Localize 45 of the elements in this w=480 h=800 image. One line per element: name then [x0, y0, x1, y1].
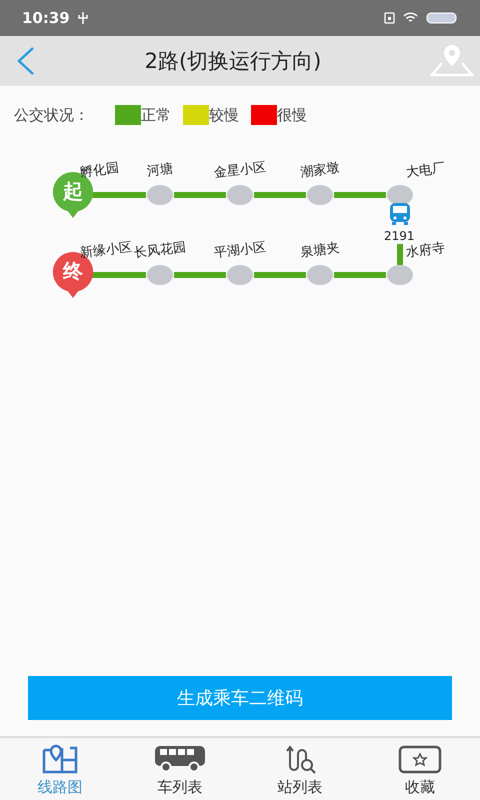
favorite-folder-icon	[398, 744, 442, 774]
back-icon[interactable]	[16, 46, 36, 76]
station-name[interactable]: 长风花园	[133, 238, 187, 262]
station-name[interactable]: 大电厂	[405, 158, 446, 182]
legend-text: 很慢	[277, 106, 307, 124]
station-name[interactable]: 新缘小区	[79, 238, 133, 262]
tab[interactable]: 收藏	[360, 738, 480, 800]
usb-icon	[78, 12, 88, 24]
status-time: 10:39	[22, 9, 70, 27]
route-segment	[92, 272, 146, 278]
wifi-icon	[403, 12, 418, 24]
tab[interactable]: 车列表	[120, 738, 240, 800]
legend-label: 公交状况：	[14, 106, 89, 124]
map-icon	[40, 744, 80, 774]
station-name[interactable]: 金星小区	[213, 158, 267, 182]
station-name[interactable]: 泉塘夹	[300, 238, 340, 262]
station-dot[interactable]	[387, 185, 413, 205]
tab[interactable]: 站列表	[240, 738, 360, 800]
route-segment	[92, 192, 146, 198]
route-segment	[254, 192, 306, 198]
route-segment	[174, 192, 226, 198]
route-segment	[254, 272, 306, 278]
map-pin-icon[interactable]	[430, 43, 474, 79]
station-dot[interactable]	[387, 265, 413, 285]
station-name[interactable]: 平湖小区	[213, 238, 267, 262]
route-segment	[397, 244, 403, 265]
route-segment	[334, 192, 386, 198]
station-name[interactable]: 孵化园	[79, 158, 120, 182]
station-dot[interactable]	[227, 265, 253, 285]
station-dot[interactable]	[147, 265, 173, 285]
battery-icon	[426, 12, 458, 24]
bus-number: 2191	[384, 229, 415, 243]
station-dot[interactable]	[147, 185, 173, 205]
legend-text: 正常	[141, 106, 171, 124]
sim-icon	[384, 12, 395, 24]
legend-text: 较慢	[209, 106, 239, 124]
station-dot[interactable]	[307, 185, 333, 205]
page-title: 2路(切换运行方向)	[144, 48, 322, 75]
station-dot[interactable]	[227, 185, 253, 205]
route-segment	[334, 272, 386, 278]
bus-icon[interactable]	[387, 201, 413, 227]
station-name[interactable]: 河塘	[146, 159, 174, 181]
route-segment	[174, 272, 226, 278]
station-name[interactable]: 潮家墩	[300, 158, 340, 182]
station-dot[interactable]	[307, 265, 333, 285]
